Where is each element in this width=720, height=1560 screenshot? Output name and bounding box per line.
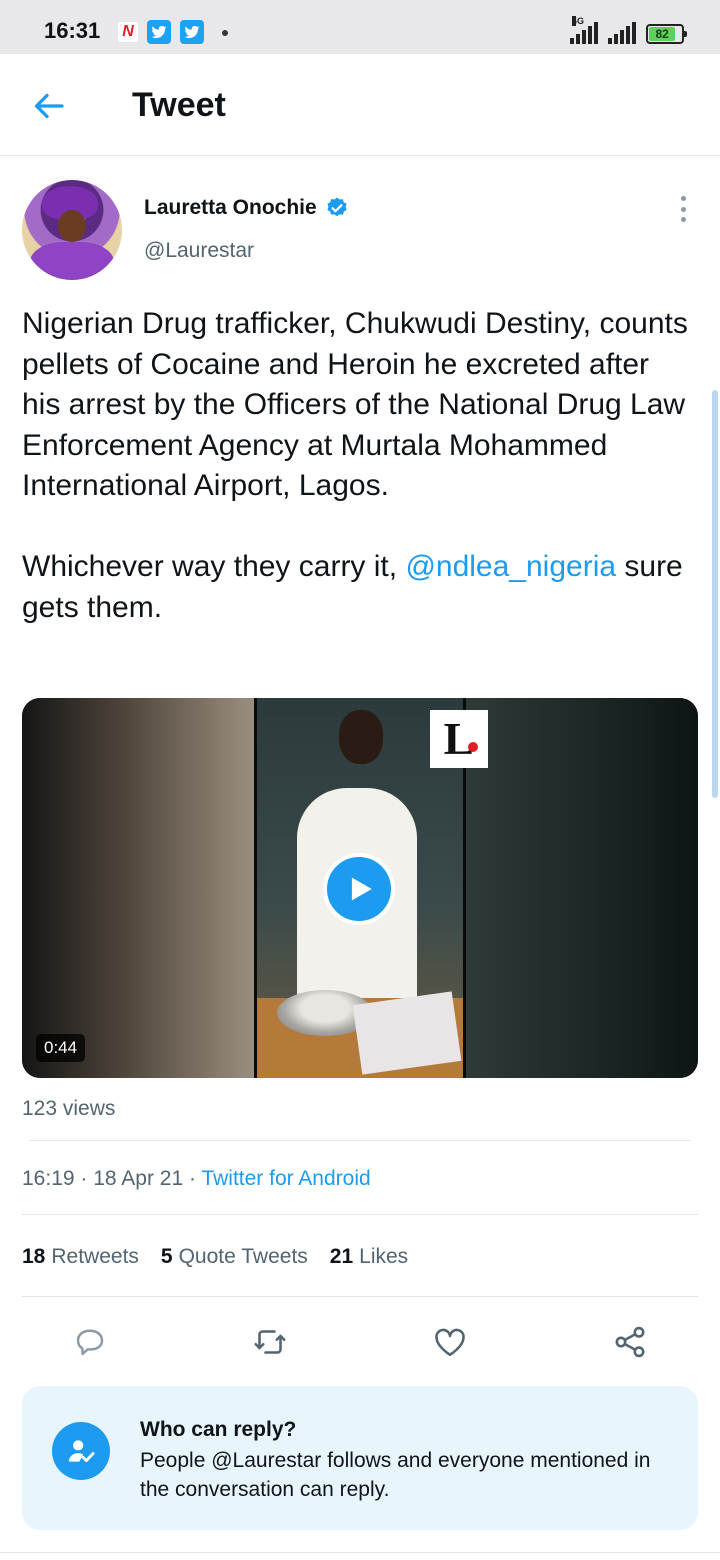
page-title: Tweet (132, 86, 226, 124)
twitter-icon (147, 20, 171, 44)
divider (0, 1552, 720, 1553)
retweet-button[interactable] (248, 1320, 292, 1364)
video-frame-right (466, 698, 698, 1078)
tweet-date: 18 Apr 21 (93, 1167, 184, 1190)
arrow-left-icon (34, 93, 64, 119)
scrollbar[interactable] (712, 390, 718, 798)
who-can-reply-description: People @Laurestar follows and everyone m… (140, 1449, 651, 1501)
tweet-metadata: 16:19 · 18 Apr 21 · Twitter for Android (22, 1167, 371, 1190)
status-indicators: 4G 82 (570, 16, 687, 44)
tweet-time: 16:19 (22, 1167, 75, 1190)
status-time: 16:31 (44, 18, 101, 43)
likes-stat[interactable]: 21 Likes (330, 1245, 408, 1269)
retweet-icon (254, 1330, 286, 1354)
video-player[interactable]: L 0:44 (22, 698, 698, 1078)
notification-dot-icon (222, 30, 228, 36)
status-bar: 16:31 N 4G 82 (0, 0, 720, 54)
view-count: 123 views (22, 1097, 116, 1120)
more-options-button[interactable] (668, 192, 698, 226)
mention-link[interactable]: @ndlea_nigeria (405, 550, 616, 583)
retweets-stat[interactable]: 18 Retweets (22, 1245, 139, 1269)
tweet-text: Nigerian Drug trafficker, Chukwudi Desti… (22, 304, 692, 628)
video-frame-left (22, 698, 254, 1078)
battery-level: 82 (649, 27, 676, 41)
tweet-source-link[interactable]: Twitter for Android (201, 1167, 370, 1190)
share-button[interactable] (608, 1320, 652, 1364)
video-duration: 0:44 (36, 1034, 86, 1062)
play-button[interactable] (323, 853, 395, 925)
twitter-icon (180, 20, 204, 44)
avatar[interactable] (22, 180, 122, 280)
divider (30, 1140, 690, 1141)
signal-icon (608, 22, 636, 44)
news-app-icon: N (116, 20, 140, 44)
author-handle[interactable]: @Laurestar (144, 239, 254, 263)
like-button[interactable] (428, 1320, 472, 1364)
tweet-text-paragraph: Whichever way they carry it, @ndlea_nige… (22, 550, 683, 624)
tweet-stats: 18 Retweets 5 Quote Tweets 21 Likes (22, 1245, 408, 1269)
author-name[interactable]: Lauretta Onochie (144, 196, 317, 220)
reply-button[interactable] (68, 1320, 112, 1364)
like-icon (435, 1328, 465, 1357)
who-can-reply-title: Who can reply? (140, 1418, 297, 1441)
author-name-row[interactable]: Lauretta Onochie (144, 196, 349, 220)
divider (22, 1214, 698, 1215)
video-watermark-logo: L (430, 710, 488, 768)
play-icon (351, 877, 372, 901)
signal-4g-icon: 4G (570, 16, 598, 44)
top-app-bar: Tweet (0, 54, 720, 156)
who-can-reply-card: Who can reply? People @Laurestar follows… (22, 1386, 698, 1530)
divider (22, 1296, 698, 1297)
battery-icon: 82 (646, 24, 687, 44)
reply-icon (76, 1329, 104, 1356)
tweet-actions (0, 1316, 720, 1368)
quote-tweets-stat[interactable]: 5 Quote Tweets (161, 1245, 308, 1269)
tweet-text-paragraph: Nigerian Drug trafficker, Chukwudi Desti… (22, 307, 688, 502)
back-button[interactable] (28, 84, 72, 128)
verified-badge-icon (327, 197, 347, 217)
share-icon (615, 1326, 645, 1358)
user-check-icon (52, 1422, 110, 1480)
